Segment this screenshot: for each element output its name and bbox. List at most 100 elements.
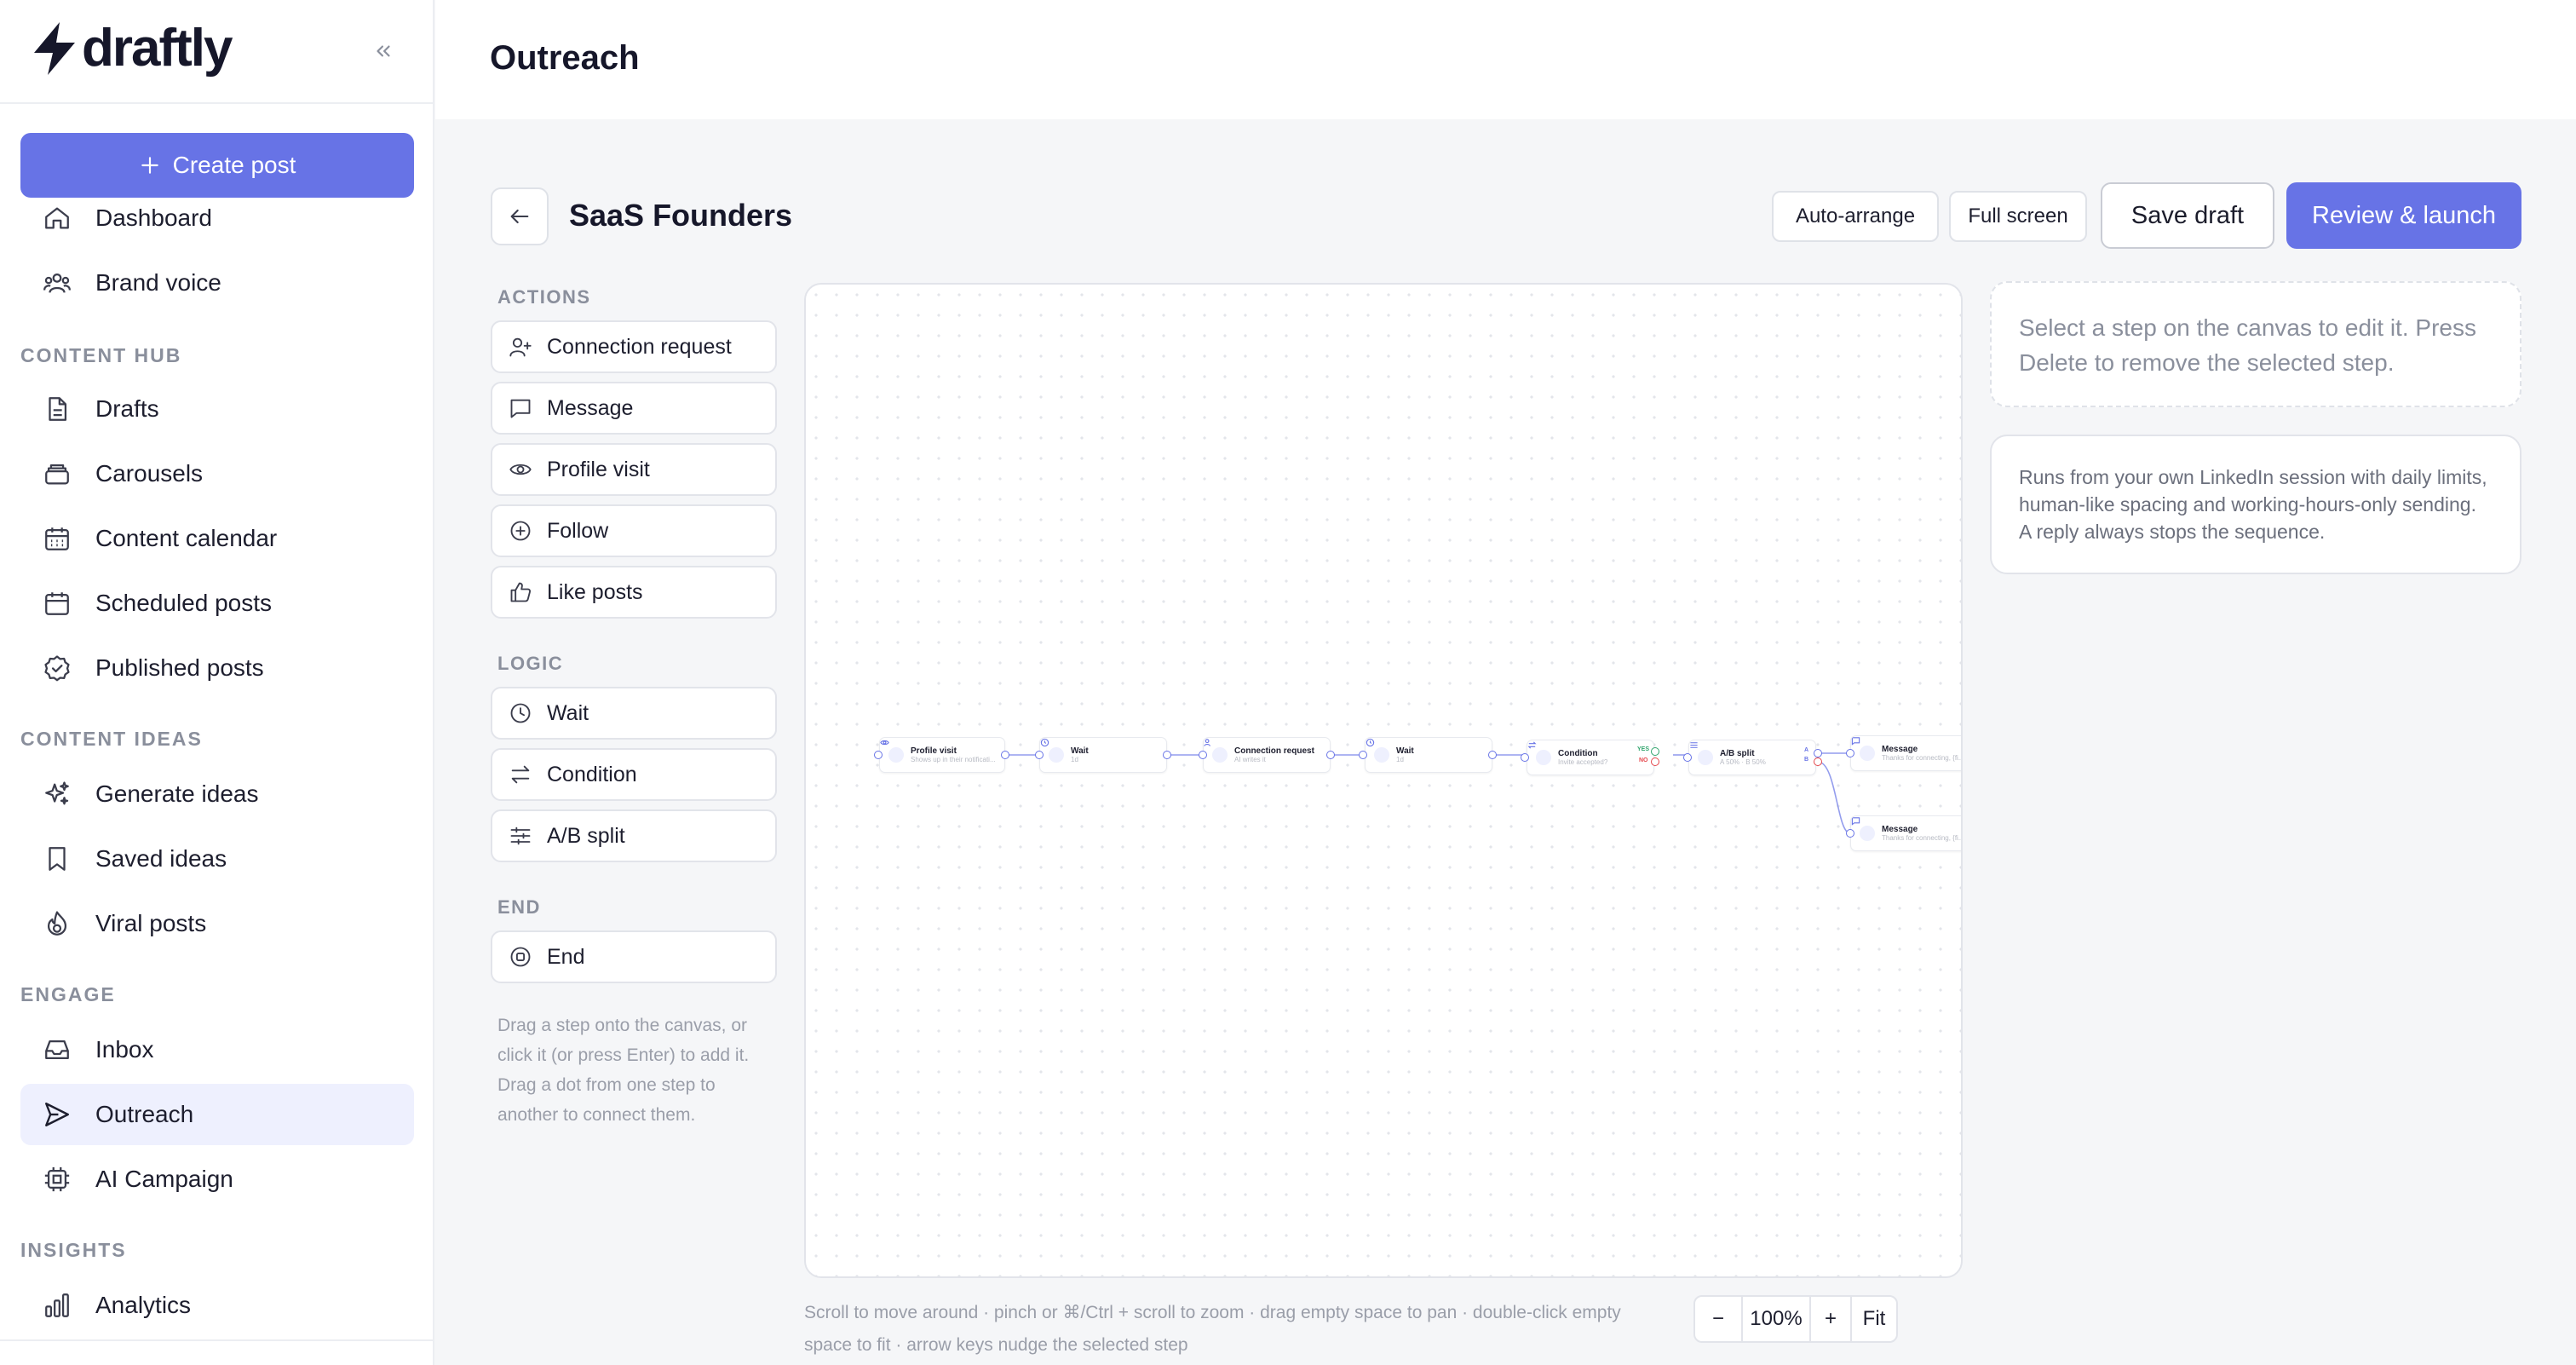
zoom-out-button[interactable]: − [1695, 1297, 1743, 1341]
node-input-port[interactable] [1035, 751, 1044, 759]
yes-label: YES [1637, 746, 1650, 752]
flow-canvas[interactable]: Profile visit Shows up in their notificat… [804, 283, 1963, 1278]
flow-node-subtitle: Thanks for connecting, {fi... [1882, 754, 1963, 763]
sidebar-item-scheduled-posts[interactable]: Scheduled posts [20, 573, 414, 634]
fit-button[interactable]: Fit [1852, 1297, 1896, 1341]
logo[interactable]: draftly [32, 19, 233, 78]
page-title: Outreach [490, 39, 640, 77]
collapse-sidebar-button[interactable] [366, 34, 400, 68]
sidebar-item-drafts[interactable]: Drafts [20, 378, 414, 440]
flow-node-title: Wait [1396, 746, 1414, 756]
flow-node-wait-2[interactable]: Wait 1d [1365, 737, 1492, 773]
palette-item-profile-visit[interactable]: Profile visit [491, 443, 777, 496]
node-input-port[interactable] [1359, 751, 1367, 759]
flow-node-message-a[interactable]: Message Thanks for connecting, {fi... [1850, 735, 1963, 771]
sidebar-item-carousels[interactable]: Carousels [20, 443, 414, 504]
a-output-port[interactable] [1814, 749, 1822, 757]
sidebar-item-label: Analytics [95, 1292, 192, 1318]
full-screen-button[interactable]: Full screen [1949, 191, 2087, 242]
sidebar-item-saved-ideas[interactable]: Saved ideas [20, 828, 414, 890]
zoom-in-button[interactable]: + [1811, 1297, 1852, 1341]
sidebar-item-outreach[interactable]: Outreach [20, 1084, 414, 1145]
sequence-title: SaaS Founders [569, 198, 793, 233]
palette-section-actions: ACTIONS [497, 286, 591, 308]
sidebar-item-brand-voice[interactable]: Brand voice [20, 252, 414, 314]
flow-edges [1005, 752, 1851, 834]
sidebar-item-dashboard[interactable]: Dashboard [20, 187, 414, 249]
flow-node-subtitle: Invite accepted? [1558, 758, 1608, 767]
sidebar-item-viral-posts[interactable]: Viral posts [20, 893, 414, 954]
palette-item-message[interactable]: Message [491, 382, 777, 435]
save-draft-button[interactable]: Save draft [2101, 182, 2274, 249]
palette-item-ab-split[interactable]: A/B split [491, 809, 777, 862]
yes-output-port[interactable] [1651, 747, 1659, 756]
palette-item-label: Message [547, 395, 634, 420]
palette-item-label: End [547, 944, 585, 969]
flow-node-subtitle: 1d [1396, 756, 1404, 764]
section-title-insights: INSIGHTS [20, 1239, 127, 1261]
arrow-left-icon [508, 204, 532, 228]
plus-circle-icon [508, 518, 533, 544]
inbox-icon [41, 1034, 73, 1066]
stop-circle-icon [508, 944, 533, 970]
file-icon [41, 393, 73, 425]
node-input-port[interactable] [1521, 753, 1529, 762]
flow-node-title: Connection request [1234, 746, 1314, 756]
user-plus-icon [1204, 739, 1228, 763]
palette-section-logic: LOGIC [497, 653, 564, 674]
sidebar-item-ai-campaign[interactable]: AI Campaign [20, 1149, 414, 1210]
palette-item-end[interactable]: End [491, 930, 777, 983]
flow-node-condition[interactable]: Condition Invite accepted? [1527, 740, 1654, 775]
palette-item-follow[interactable]: Follow [491, 504, 777, 557]
chevrons-left-icon [372, 40, 394, 62]
sidebar-item-content-calendar[interactable]: Content calendar [20, 508, 414, 569]
flow-node-title: Message [1882, 744, 1918, 754]
logo-text: draftly [82, 19, 233, 78]
clock-icon [1366, 738, 1389, 763]
flow-node-ab-split[interactable]: A/B split A 50% · B 50% [1688, 740, 1816, 775]
sidebar-item-analytics[interactable]: Analytics [20, 1275, 414, 1336]
flow-node-subtitle: Shows up in their notificati... [911, 756, 996, 764]
palette-item-wait[interactable]: Wait [491, 687, 777, 740]
safety-info-panel: Runs from your own LinkedIn session with… [1990, 435, 2521, 574]
palette-item-condition[interactable]: Condition [491, 748, 777, 801]
flow-node-wait-1[interactable]: Wait 1d [1039, 737, 1167, 773]
node-input-port[interactable] [1846, 749, 1854, 757]
swap-icon [1527, 741, 1551, 765]
node-input-port[interactable] [1846, 829, 1854, 838]
create-post-label: Create post [172, 152, 296, 178]
sidebar-item-inbox[interactable]: Inbox [20, 1019, 414, 1080]
flow-node-profile-visit[interactable]: Profile visit Shows up in their notificat… [879, 737, 1005, 773]
node-output-port[interactable] [1163, 751, 1171, 759]
calendar-icon [41, 587, 73, 619]
cpu-icon [41, 1163, 73, 1195]
palette-item-label: Like posts [547, 579, 643, 604]
no-output-port[interactable] [1651, 757, 1659, 766]
node-output-port[interactable] [1326, 751, 1335, 759]
node-output-port[interactable] [1488, 751, 1497, 759]
sidebar-item-generate-ideas[interactable]: Generate ideas [20, 763, 414, 825]
node-input-port[interactable] [1683, 753, 1692, 762]
flow-node-title: Message [1882, 824, 1918, 834]
canvas-help-text: Scroll to move around · pinch or ⌘/Ctrl … [804, 1303, 1621, 1355]
auto-arrange-button[interactable]: Auto-arrange [1772, 191, 1939, 242]
review-launch-button[interactable]: Review & launch [2286, 182, 2521, 249]
flow-node-message-b[interactable]: Message Thanks for connecting, {fi... [1850, 815, 1961, 851]
sidebar-item-label: Brand voice [95, 269, 221, 296]
sidebar-item-published-posts[interactable]: Published posts [20, 637, 414, 699]
sidebar-item-label: Saved ideas [95, 845, 227, 872]
node-input-port[interactable] [874, 751, 883, 759]
node-output-port[interactable] [1001, 751, 1009, 759]
b-output-port[interactable] [1814, 757, 1822, 766]
palette-item-label: Profile visit [547, 457, 650, 481]
node-input-port[interactable] [1199, 751, 1207, 759]
palette-item-connection-request[interactable]: Connection request [491, 320, 777, 373]
palette-item-like-posts[interactable]: Like posts [491, 566, 777, 619]
layers-icon [41, 458, 73, 490]
logo-row: draftly [0, 0, 433, 104]
section-title-content-ideas: CONTENT IDEAS [20, 728, 203, 750]
check-circle-icon [41, 652, 73, 684]
back-button[interactable] [491, 187, 549, 245]
flow-node-connection-request[interactable]: Connection request AI writes it [1203, 737, 1331, 773]
users-icon [41, 267, 73, 299]
